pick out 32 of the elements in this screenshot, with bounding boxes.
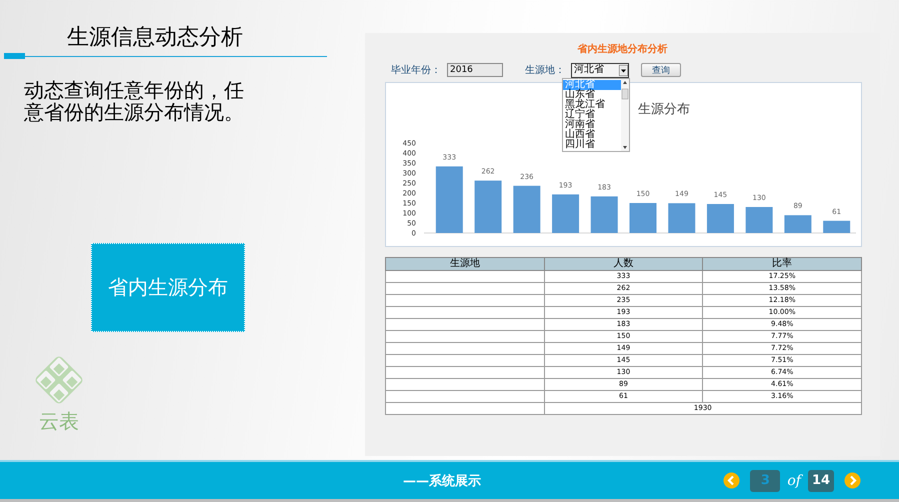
description-text: 动态查询任意年份的，任意省份的生源分布情况。 — [24, 79, 244, 123]
bar — [706, 204, 734, 233]
column-header: 人数 — [544, 258, 703, 270]
bar — [668, 203, 696, 233]
scrollbar-icon[interactable] — [621, 78, 629, 150]
bar — [590, 196, 618, 233]
app-title: 省内生源地分布分析 — [578, 43, 668, 56]
next-icon[interactable] — [844, 472, 861, 489]
bar — [436, 166, 463, 233]
year-field[interactable]: 2016 — [447, 63, 503, 77]
bar — [474, 180, 502, 233]
column-header: 生源地 — [386, 258, 544, 270]
bar — [784, 215, 812, 233]
highlight-box: 省内生源分布 — [91, 243, 245, 332]
bar — [552, 194, 580, 233]
origin-select[interactable]: 河北省 — [571, 62, 629, 78]
caret-icon — [619, 64, 628, 76]
bar — [823, 220, 850, 233]
year-label: 毕业年份： — [391, 64, 441, 77]
of-label: of — [787, 472, 801, 488]
column-header: 比率 — [702, 258, 862, 270]
logo-text: 云表 — [39, 410, 79, 432]
chart-title: 生源分布 — [638, 102, 690, 117]
bar — [630, 203, 656, 233]
bar — [746, 207, 773, 233]
previous-icon[interactable] — [723, 472, 740, 489]
slide-title: 生源信息动态分析 — [67, 24, 244, 52]
query-button[interactable]: 查询 — [641, 63, 681, 77]
origin-label: 生源地： — [525, 64, 565, 77]
footer-caption: ——系统展示 — [403, 472, 481, 490]
bar — [513, 186, 540, 233]
total-pages: 14 — [808, 470, 834, 492]
